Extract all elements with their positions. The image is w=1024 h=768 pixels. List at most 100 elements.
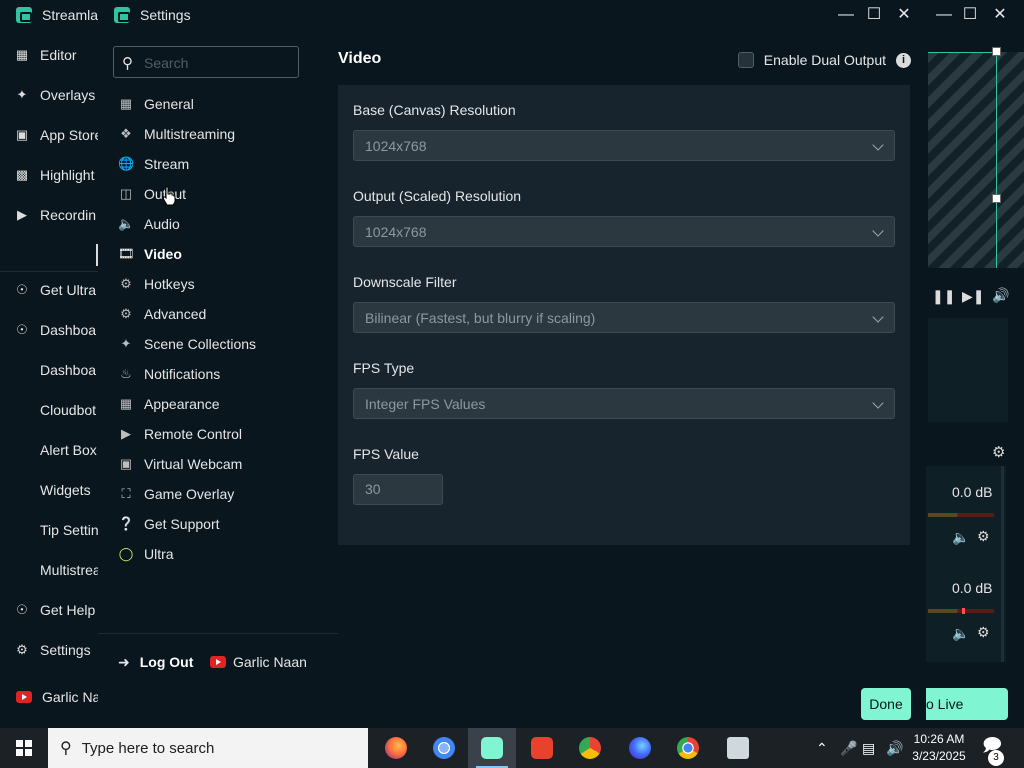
- menu-item-stream[interactable]: 🌐 Stream: [118, 152, 189, 176]
- nav-subitem-tip-settings[interactable]: Tip Settin: [0, 518, 98, 542]
- gear-icon: ⚙: [16, 642, 28, 657]
- nav-item-overlays[interactable]: ✦ Overlays: [0, 83, 98, 107]
- menu-item-game-overlay[interactable]: ⛶ Game Overlay: [118, 482, 234, 506]
- rdp-icon[interactable]: [714, 728, 762, 768]
- fps-type-label: FPS Type: [353, 360, 415, 376]
- account-info: Garlic Naan: [210, 650, 307, 674]
- nav-subitem-cloudbot[interactable]: Cloudbot: [0, 398, 98, 422]
- chrome-icon[interactable]: [664, 728, 712, 768]
- nav-item-account[interactable]: Garlic Na: [0, 685, 98, 709]
- windows-logo-icon: [16, 740, 32, 756]
- mixer-1-volume-icon[interactable]: 🔈: [952, 529, 969, 546]
- maximize-icon[interactable]: ☐: [958, 4, 982, 26]
- hand-cursor-icon: [162, 186, 176, 206]
- menu-item-notifications[interactable]: ♨ Notifications: [118, 362, 220, 386]
- output-resolution-value: 1024x768: [365, 224, 427, 240]
- menu-item-ultra[interactable]: ◯ Ultra: [118, 542, 174, 566]
- settings-minimize-icon[interactable]: —: [834, 4, 858, 26]
- question-icon: ❔: [118, 516, 135, 531]
- speaker-tray-icon[interactable]: 🔊: [886, 728, 903, 768]
- skip-next-icon[interactable]: ▶❚: [962, 288, 985, 305]
- nav-subitem-multistream[interactable]: Multistrea: [0, 558, 98, 582]
- taskbar-search-placeholder: Type here to search: [81, 739, 215, 757]
- resize-handle-right[interactable]: [992, 194, 1001, 203]
- nav-subitem-dashboard[interactable]: Dashboa: [0, 358, 98, 382]
- mixer-1-gear-icon[interactable]: ⚙: [977, 528, 990, 545]
- dual-output-checkbox[interactable]: [737, 52, 754, 68]
- firefox-icon[interactable]: [372, 728, 420, 768]
- streamlabs-logo-icon: [114, 7, 130, 23]
- mixer-settings-gear-icon[interactable]: ⚙: [992, 443, 1005, 461]
- info-icon[interactable]: i: [896, 52, 911, 68]
- pause-icon[interactable]: ❚❚: [932, 288, 955, 305]
- scene-collections-icon: ✦: [120, 336, 132, 351]
- camera-icon: ▣: [119, 456, 133, 471]
- nav-subitem-alert-box[interactable]: Alert Box: [0, 438, 98, 462]
- settings-footer: Done: [98, 680, 926, 728]
- menu-item-remote-control[interactable]: ▶ Remote Control: [118, 422, 242, 446]
- clock[interactable]: 10:26 AM 3/23/2025: [904, 731, 974, 765]
- mixer-level-1: 0.0 dB: [952, 484, 993, 500]
- menu-item-virtual-webcam[interactable]: ▣ Virtual Webcam: [118, 452, 242, 476]
- game-overlay-icon: ⛶: [121, 486, 131, 501]
- base-resolution-select[interactable]: 1024x768: [353, 130, 895, 161]
- scene-preview[interactable]: [928, 52, 1024, 268]
- nav-item-dashboard[interactable]: ☉ Dashboa: [0, 318, 98, 342]
- mixer-2-gear-icon[interactable]: ⚙: [977, 624, 990, 641]
- nav-item-recordings[interactable]: ▶ Recordin: [0, 203, 98, 227]
- output-resolution-select[interactable]: 1024x768: [353, 216, 895, 247]
- nav-item-settings[interactable]: ⚙ Settings: [0, 638, 98, 662]
- selection-border-right: [996, 52, 997, 268]
- nav-item-editor[interactable]: ▦ Editor: [0, 43, 98, 67]
- fps-type-select[interactable]: Integer FPS Values: [353, 388, 895, 419]
- dual-output-toggle[interactable]: Enable Dual Output i: [737, 52, 911, 68]
- menu-item-multistreaming[interactable]: ❖ Multistreaming: [118, 122, 235, 146]
- nav-item-highlight[interactable]: ▩ Highlight: [0, 163, 98, 187]
- menu-item-scene-collections[interactable]: ✦ Scene Collections: [118, 332, 257, 356]
- fps-value-input[interactable]: 30: [353, 474, 443, 505]
- nav-item-get-help[interactable]: ☉ Get Help: [0, 598, 98, 622]
- chevron-down-icon: [872, 311, 884, 323]
- settings-search[interactable]: ⚲: [113, 46, 299, 78]
- go-live-button[interactable]: o Live: [926, 688, 1008, 720]
- recordings-icon: ▶: [17, 207, 27, 222]
- chevron-up-icon[interactable]: ⌃: [816, 728, 828, 768]
- notification-count: 3: [988, 750, 1004, 766]
- menu-item-general[interactable]: ▦ General: [118, 92, 194, 116]
- chromium-icon[interactable]: [420, 728, 468, 768]
- mixer-2-volume-icon[interactable]: 🔈: [952, 625, 969, 642]
- streamlabs-icon[interactable]: [468, 728, 516, 768]
- menu-item-hotkeys[interactable]: ⚙ Hotkeys: [118, 272, 194, 296]
- mixer-scrollbar[interactable]: [1001, 466, 1004, 662]
- taskbar-search[interactable]: ⚲ Type here to search: [48, 728, 368, 768]
- menu-item-advanced[interactable]: ⚙ Advanced: [118, 302, 206, 326]
- downscale-filter-value: Bilinear (Fastest, but blurry if scaling…: [365, 310, 596, 326]
- menu-divider: [98, 633, 338, 634]
- logout-button[interactable]: ➜ Log Out: [118, 650, 193, 674]
- nav-item-get-ultra[interactable]: ☉ Get Ultra: [0, 278, 98, 302]
- clock-time: 10:26 AM: [913, 732, 965, 746]
- minimize-icon[interactable]: —: [932, 4, 956, 26]
- start-button[interactable]: [0, 728, 48, 768]
- firefox-dev-icon[interactable]: [616, 728, 664, 768]
- taskbar: ⚲ Type here to search ⌃ 🎤 ▤ 🔊 10:26 AM 3…: [0, 728, 1024, 768]
- menu-item-get-support[interactable]: ❔ Get Support: [118, 512, 220, 536]
- settings-side-menu: ⚲ ▦General ❖Multistreaming 🌐Stream ◫Outp…: [98, 30, 338, 680]
- search-input[interactable]: [144, 53, 294, 73]
- menu-item-appearance[interactable]: ▦ Appearance: [118, 392, 220, 416]
- microphone-icon[interactable]: 🎤: [840, 728, 857, 768]
- settings-close-icon[interactable]: ✕: [892, 4, 916, 26]
- nav-subitem-widgets[interactable]: Widgets: [0, 478, 98, 502]
- nav-item-app-store[interactable]: ▣ App Store: [0, 123, 98, 147]
- close-icon[interactable]: ✕: [988, 4, 1012, 26]
- menu-item-audio[interactable]: 🔈 Audio: [118, 212, 180, 236]
- downscale-filter-select[interactable]: Bilinear (Fastest, but blurry if scaling…: [353, 302, 895, 333]
- volume-icon[interactable]: 🔊: [992, 287, 1009, 304]
- network-icon[interactable]: ▤: [862, 728, 875, 768]
- chrome-b-icon[interactable]: [566, 728, 614, 768]
- done-button[interactable]: Done: [861, 688, 911, 720]
- menu-item-video[interactable]: 🎞 Video: [118, 242, 182, 266]
- app-red-icon[interactable]: [518, 728, 566, 768]
- resize-handle-top-right[interactable]: [992, 47, 1001, 56]
- settings-maximize-icon[interactable]: ☐: [862, 4, 886, 26]
